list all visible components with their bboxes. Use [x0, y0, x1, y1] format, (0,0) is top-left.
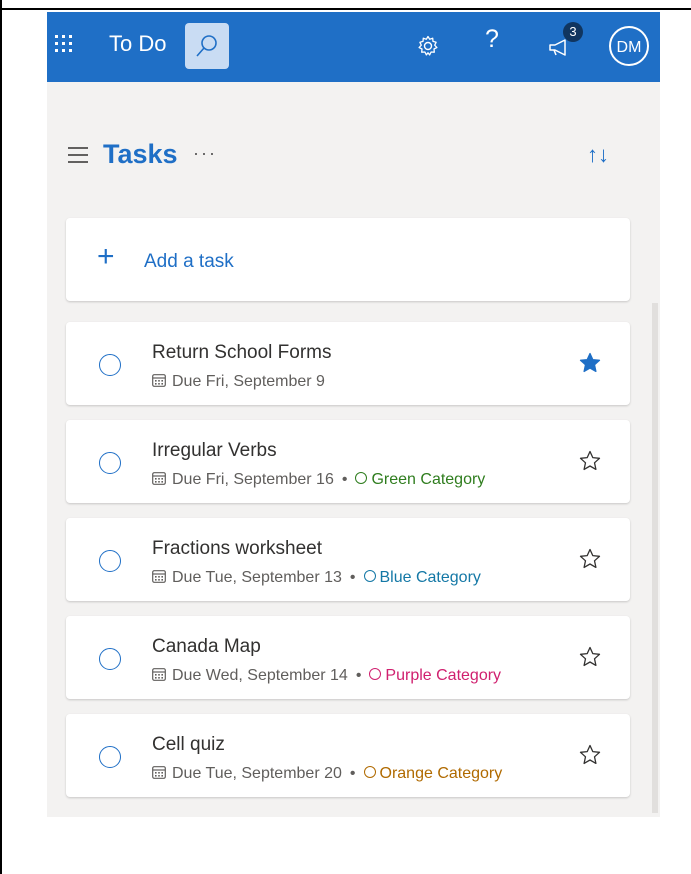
category-circle-icon: [369, 668, 382, 680]
avatar[interactable]: DM: [609, 26, 649, 66]
category-label: Orange Category: [379, 765, 503, 782]
add-task-card[interactable]: + Add a task: [66, 218, 630, 301]
calendar-icon: [152, 472, 166, 485]
calendar-icon: [152, 570, 166, 583]
category-circle-icon: [355, 472, 368, 484]
search-icon: [196, 35, 217, 57]
complete-checkbox[interactable]: [99, 550, 121, 572]
scrollbar[interactable]: [652, 303, 658, 813]
star-icon[interactable]: [578, 547, 602, 571]
task-title[interactable]: Canada Map: [152, 636, 261, 658]
app-launcher-icon[interactable]: [53, 33, 75, 55]
star-icon[interactable]: [578, 645, 602, 669]
gear-icon[interactable]: [416, 34, 440, 58]
star-icon[interactable]: [578, 449, 602, 473]
search-button[interactable]: [185, 23, 229, 69]
category-tag: Purple Category: [369, 667, 501, 684]
add-task-label[interactable]: Add a task: [144, 251, 234, 273]
app-title[interactable]: To Do: [109, 31, 166, 57]
task-title[interactable]: Return School Forms: [152, 342, 332, 364]
complete-checkbox[interactable]: [99, 354, 121, 376]
star-icon[interactable]: [578, 351, 602, 375]
help-icon[interactable]: ?: [485, 25, 499, 54]
task-item[interactable]: Cell quiz Due Tue, September 20 • Orange Ca…: [66, 714, 630, 797]
calendar-icon: [152, 766, 166, 779]
category-tag: Blue Category: [363, 569, 481, 586]
complete-checkbox[interactable]: [99, 648, 121, 670]
calendar-icon: [152, 374, 166, 387]
category-tag: Green Category: [355, 471, 485, 488]
notification-badge: 3: [563, 22, 583, 42]
task-item[interactable]: Fractions worksheet Due Tue, September 13…: [66, 518, 630, 601]
category-label: Green Category: [371, 471, 486, 488]
separator-dot: •: [349, 569, 356, 586]
due-date: Due Wed, September 14: [172, 667, 348, 684]
sort-icon[interactable]: ↑↓: [587, 142, 609, 168]
category-circle-icon: [363, 766, 376, 778]
frame-border-top: [0, 8, 691, 10]
complete-checkbox[interactable]: [99, 452, 121, 474]
category-label: Purple Category: [385, 667, 502, 684]
star-icon[interactable]: [578, 743, 602, 767]
hamburger-icon[interactable]: [67, 146, 89, 164]
task-item[interactable]: Return School Forms Due Fri, September 9: [66, 322, 630, 405]
task-item[interactable]: Irregular Verbs Due Fri, September 16 • Gre…: [66, 420, 630, 503]
task-title[interactable]: Fractions worksheet: [152, 538, 322, 560]
due-date: Due Fri, September 16: [172, 471, 334, 488]
task-title[interactable]: Irregular Verbs: [152, 440, 277, 462]
task-meta: Due Fri, September 16 • Green Category: [152, 471, 485, 489]
frame-border-left: [0, 0, 2, 874]
due-date: Due Tue, September 20: [172, 765, 342, 782]
top-bar: To Do ? 3 DM: [47, 12, 660, 82]
task-meta: Due Tue, September 13 • Blue Category: [152, 569, 481, 587]
due-date: Due Fri, September 9: [172, 373, 325, 390]
task-meta: Due Tue, September 20 • Orange Category: [152, 765, 502, 783]
separator-dot: •: [349, 765, 356, 782]
category-circle-icon: [363, 570, 376, 582]
plus-icon: +: [97, 240, 115, 273]
task-meta: Due Wed, September 14 • Purple Category: [152, 667, 501, 685]
due-date: Due Tue, September 13: [172, 569, 342, 586]
complete-checkbox[interactable]: [99, 746, 121, 768]
list-title[interactable]: Tasks: [103, 139, 178, 170]
task-meta: Due Fri, September 9: [152, 373, 325, 391]
more-options-icon[interactable]: ···: [193, 143, 217, 164]
todo-app: To Do ? 3 DM Tasks ··· ↑↓ + Add a task R…: [47, 12, 660, 817]
category-tag: Orange Category: [363, 765, 503, 782]
separator-dot: •: [341, 471, 348, 488]
category-label: Blue Category: [379, 569, 481, 586]
task-item[interactable]: Canada Map Due Wed, September 14 • Purple C…: [66, 616, 630, 699]
task-title[interactable]: Cell quiz: [152, 734, 225, 756]
calendar-icon: [152, 668, 166, 681]
separator-dot: •: [355, 667, 362, 684]
